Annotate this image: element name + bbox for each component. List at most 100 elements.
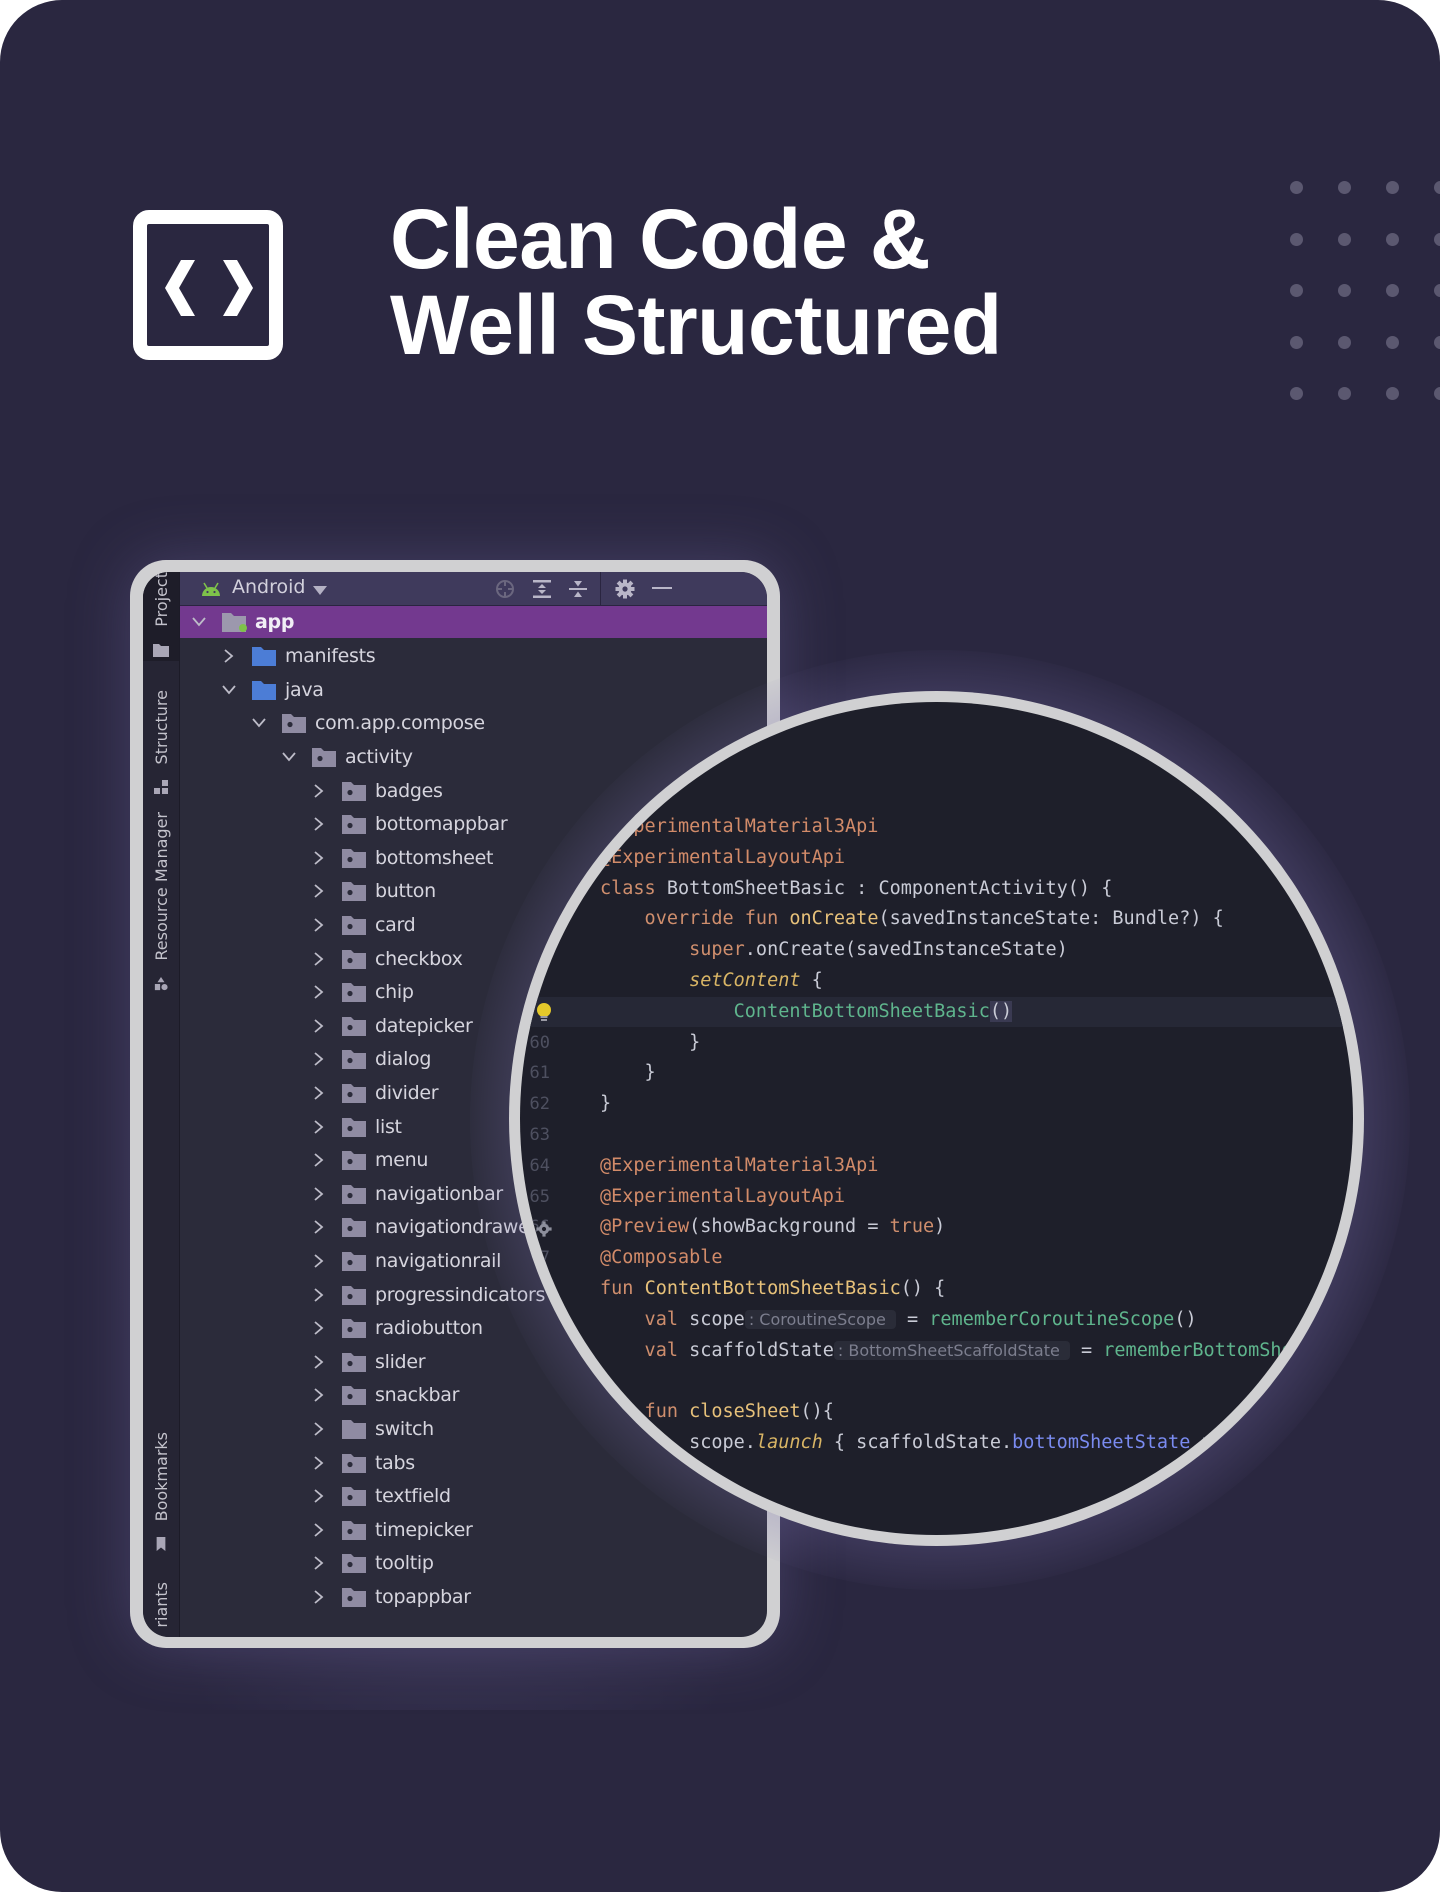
code-line[interactable]: super.onCreate(savedInstanceState) xyxy=(520,935,1353,965)
tree-item-tooltip[interactable]: tooltip xyxy=(180,1547,767,1580)
tree-item-label: manifests xyxy=(285,645,376,668)
chevron-right-icon[interactable] xyxy=(312,1052,326,1066)
tree-item-topappbar[interactable]: topappbar xyxy=(180,1580,767,1613)
code-line[interactable]: 62} xyxy=(520,1089,1353,1119)
side-tab-label: riants xyxy=(151,1582,171,1628)
tree-item-label: chip xyxy=(375,981,414,1004)
code-line[interactable]: 63 xyxy=(520,1120,1353,1150)
chevron-right-icon[interactable] xyxy=(312,1455,326,1470)
chevron-right-icon[interactable] xyxy=(312,1388,326,1402)
chevron-right-icon[interactable] xyxy=(312,1321,326,1335)
collapse-all-icon[interactable] xyxy=(568,579,588,599)
chevron-right-icon[interactable] xyxy=(312,985,326,999)
code-token: scaffoldState xyxy=(689,1339,834,1361)
code-token: (){ xyxy=(800,1401,834,1423)
gear-icon[interactable] xyxy=(615,579,635,599)
side-tab-bookmarks[interactable]: Bookmarks xyxy=(143,1432,179,1555)
chevron-right-icon[interactable] xyxy=(312,1523,326,1537)
bookmark-icon xyxy=(153,1529,169,1555)
tree-item-app[interactable]: app xyxy=(180,606,767,638)
code-line[interactable]: 66@Preview(showBackground = true) xyxy=(520,1212,1353,1242)
package-icon xyxy=(342,1453,368,1473)
chevron-right-icon[interactable] xyxy=(312,951,326,966)
code-line[interactable]: 72 fun closeSheet(){ xyxy=(520,1397,1353,1427)
code-line[interactable]: 60 } xyxy=(520,1028,1353,1058)
chevron-right-icon[interactable] xyxy=(312,1019,326,1033)
tree-item-manifests[interactable]: manifests xyxy=(180,640,767,673)
chevron-right-icon[interactable] xyxy=(312,884,326,898)
code-line[interactable]: 74 } xyxy=(520,1459,1353,1489)
chevron-right-icon[interactable] xyxy=(312,1119,326,1134)
code-line[interactable]: 64 @ExperimentalMaterial3Api xyxy=(520,1151,1353,1181)
package-icon xyxy=(342,949,368,969)
chevron-right-icon[interactable] xyxy=(312,1590,326,1604)
chevron-down-icon[interactable] xyxy=(313,586,327,595)
chevron-right-icon[interactable] xyxy=(312,1187,326,1201)
package-icon xyxy=(342,1016,368,1036)
tree-item-label: com.app.compose xyxy=(315,712,485,735)
code-line[interactable]: @ExperimentalLayoutApi xyxy=(520,843,1353,873)
line-number: 76 xyxy=(520,1520,550,1535)
code-line[interactable]: override fun onCreate(savedInstanceState… xyxy=(520,904,1353,934)
side-tab-label: Structure xyxy=(151,690,171,765)
code-line[interactable]: 70 val scaffoldState: BottomSheetScaffol… xyxy=(520,1336,1353,1366)
chevron-right-icon[interactable] xyxy=(312,1254,326,1268)
package-icon xyxy=(342,1318,368,1339)
code-line[interactable]: class BottomSheetBasic : ComponentActivi… xyxy=(520,874,1353,904)
headline-line-2: Well Structured xyxy=(390,278,1002,372)
chevron-right-icon[interactable] xyxy=(312,1220,326,1234)
side-tab-resource-manager[interactable]: Resource Manager xyxy=(143,812,179,995)
chevron-right-icon[interactable] xyxy=(312,1422,326,1436)
code-line[interactable]: 73 scope.launch { scaffoldState.bottomSh… xyxy=(520,1428,1353,1458)
code-line[interactable]: 65 @ExperimentalLayoutApi xyxy=(520,1182,1353,1212)
code-line[interactable]: 67 @Composable xyxy=(520,1243,1353,1273)
code-line[interactable]: 76 fun openSheet(){ xyxy=(520,1520,1353,1535)
code-token: scope xyxy=(689,1308,745,1330)
code-text: super.onCreate(savedInstanceState) xyxy=(600,935,1068,965)
code-line[interactable]: 69 val scope: CoroutineScope = rememberC… xyxy=(520,1305,1353,1335)
package-icon xyxy=(342,1520,368,1540)
chevron-down-icon[interactable] xyxy=(222,683,236,697)
chevron-right-icon[interactable] xyxy=(312,1556,326,1570)
side-tab-riants[interactable]: riants xyxy=(143,1582,179,1636)
expand-all-icon[interactable] xyxy=(532,579,552,599)
chevron-down-icon[interactable] xyxy=(282,750,296,764)
chevron-right-icon[interactable] xyxy=(312,1355,326,1369)
chevron-right-icon[interactable] xyxy=(312,1153,326,1167)
tree-item-label: bottomsheet xyxy=(375,846,494,869)
code-token: BottomSheetBasic : ComponentActivity() { xyxy=(666,877,1113,899)
code-line[interactable]: ContentBottomSheetBasic() xyxy=(520,996,1353,1027)
code-line[interactable]: 71 xyxy=(520,1366,1353,1396)
chevron-right-icon[interactable] xyxy=(312,851,326,865)
chevron-right-icon[interactable] xyxy=(312,1086,326,1100)
side-tab-project[interactable]: Project xyxy=(143,572,179,661)
chevron-right-icon[interactable] xyxy=(312,918,326,932)
code-text: fun closeSheet(){ xyxy=(600,1397,834,1427)
code-line[interactable]: 68 fun ContentBottomSheetBasic() { xyxy=(520,1274,1353,1304)
chevron-right-icon[interactable] xyxy=(312,817,326,831)
code-line[interactable]: @ExperimentalMaterial3Api xyxy=(520,812,1353,842)
chevron-right-icon[interactable] xyxy=(312,1489,326,1503)
tree-item-label: badges xyxy=(375,779,443,802)
chevron-right-icon[interactable] xyxy=(312,1287,326,1302)
minimize-icon[interactable] xyxy=(652,587,672,589)
chevron-right-icon[interactable] xyxy=(222,649,236,663)
code-line[interactable]: 61 } xyxy=(520,1058,1353,1088)
tree-item-label: radiobutton xyxy=(375,1317,483,1340)
code-token: openSheet xyxy=(689,1524,790,1535)
tree-item-label: datepicker xyxy=(375,1014,473,1037)
code-token: @Preview xyxy=(600,1216,690,1238)
code-text: } xyxy=(600,1028,700,1058)
code-line[interactable]: setContent { xyxy=(520,966,1353,996)
code-text: } xyxy=(600,1089,611,1119)
locate-icon[interactable] xyxy=(495,579,515,599)
code-token: ) xyxy=(934,1216,946,1238)
code-line[interactable]: 75 xyxy=(520,1490,1353,1520)
line-number: 69 xyxy=(529,1309,550,1330)
code-token: bottomSheetState xyxy=(1012,1432,1191,1453)
chevron-right-icon[interactable] xyxy=(312,783,326,798)
view-selector[interactable]: Android xyxy=(232,576,305,598)
chevron-down-icon[interactable] xyxy=(192,615,206,629)
side-tab-structure[interactable]: Structure xyxy=(143,690,179,798)
chevron-down-icon[interactable] xyxy=(252,716,266,730)
